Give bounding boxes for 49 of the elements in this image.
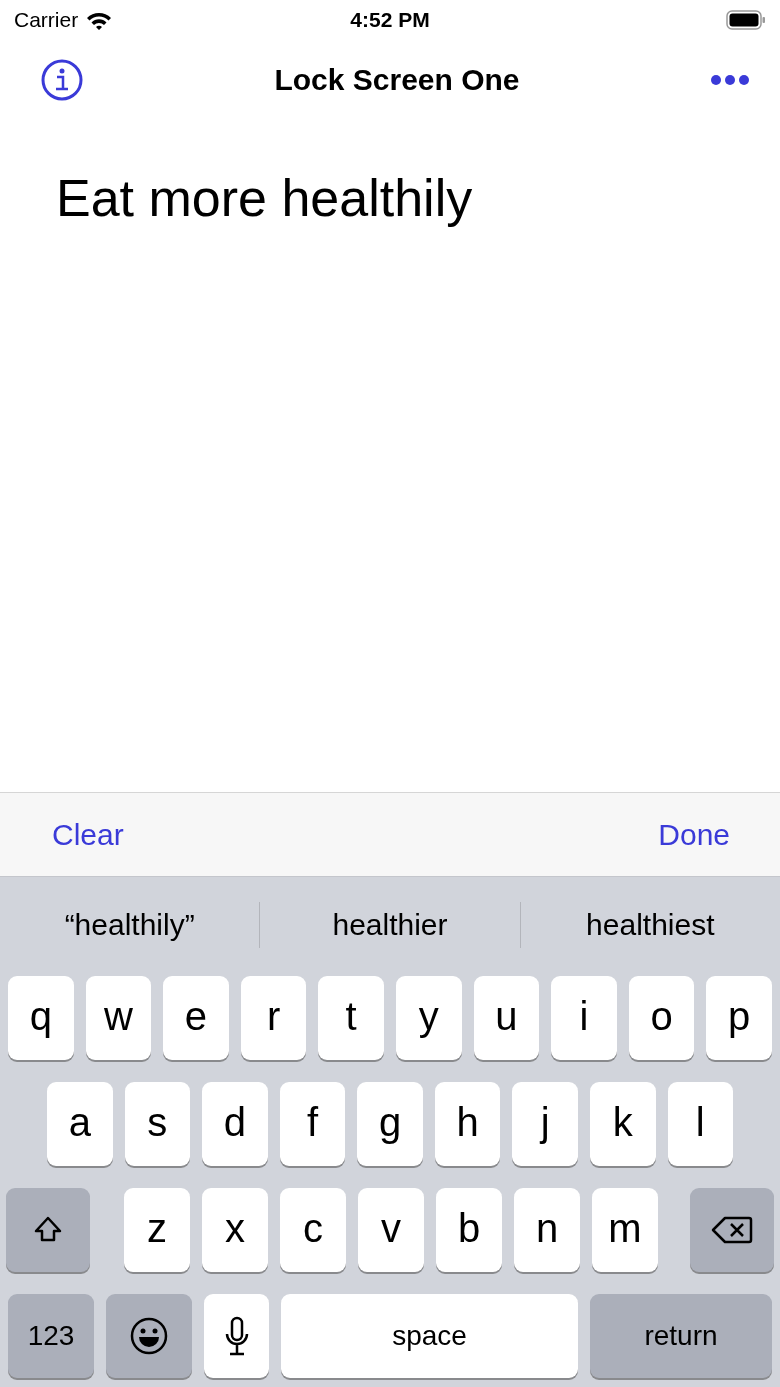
letter-key[interactable]: i (551, 976, 617, 1060)
suggestion-item[interactable]: healthier (260, 894, 520, 955)
letter-key[interactable]: v (358, 1188, 424, 1272)
letter-key[interactable]: e (163, 976, 229, 1060)
numbers-key[interactable]: 123 (8, 1294, 94, 1378)
letter-key[interactable]: z (124, 1188, 190, 1272)
microphone-key[interactable] (204, 1294, 269, 1378)
letter-key[interactable]: m (592, 1188, 658, 1272)
return-key[interactable]: return (590, 1294, 772, 1378)
smiley-icon (129, 1316, 169, 1356)
suggestion-item[interactable]: healthiest (520, 894, 780, 955)
toolbar-button[interactable]: Clear (52, 817, 124, 852)
more-button[interactable] (710, 74, 750, 86)
letter-key[interactable]: j (512, 1082, 578, 1166)
shift-key[interactable] (6, 1188, 90, 1272)
letter-key[interactable]: y (395, 976, 462, 1060)
info-button[interactable] (40, 58, 84, 102)
emoji-key[interactable] (106, 1294, 192, 1378)
letter-key[interactable]: t (318, 976, 384, 1060)
letter-key[interactable]: n (514, 1188, 580, 1272)
letter-key[interactable]: o (628, 976, 695, 1060)
letter-key[interactable]: l (667, 1082, 734, 1166)
microphone-icon (223, 1316, 250, 1356)
status-time: 4:52 PM (350, 8, 430, 32)
letter-key[interactable]: b (436, 1188, 502, 1272)
letter-key[interactable]: k (589, 1082, 656, 1166)
letter-key[interactable]: h (434, 1082, 501, 1166)
delete-key[interactable] (690, 1188, 774, 1272)
carrier-name: Carrier (14, 8, 79, 32)
letter-key[interactable]: g (357, 1082, 423, 1166)
letter-key[interactable]: p (706, 976, 772, 1060)
letter-key[interactable]: x (202, 1188, 268, 1272)
text-editor[interactable]: Eat more healthily (56, 168, 473, 228)
letter-key[interactable]: r (240, 976, 307, 1060)
letter-key[interactable]: u (473, 976, 540, 1060)
toolbar-button[interactable]: Done (658, 817, 730, 852)
space-key[interactable]: space (281, 1294, 578, 1378)
letter-key[interactable]: w (85, 976, 152, 1060)
letter-key[interactable]: q (8, 976, 74, 1060)
letter-key[interactable]: d (202, 1082, 268, 1166)
letter-key[interactable]: s (124, 1082, 191, 1166)
nav-title: Lock Screen One (274, 63, 520, 97)
backspace-icon (711, 1215, 753, 1245)
letter-key[interactable]: c (280, 1188, 346, 1272)
battery-icon (726, 10, 766, 30)
letter-key[interactable]: a (47, 1082, 113, 1166)
wifi-icon (86, 10, 113, 30)
letter-key[interactable]: f (279, 1082, 346, 1166)
suggestion-item[interactable]: “healthily” (0, 894, 260, 955)
